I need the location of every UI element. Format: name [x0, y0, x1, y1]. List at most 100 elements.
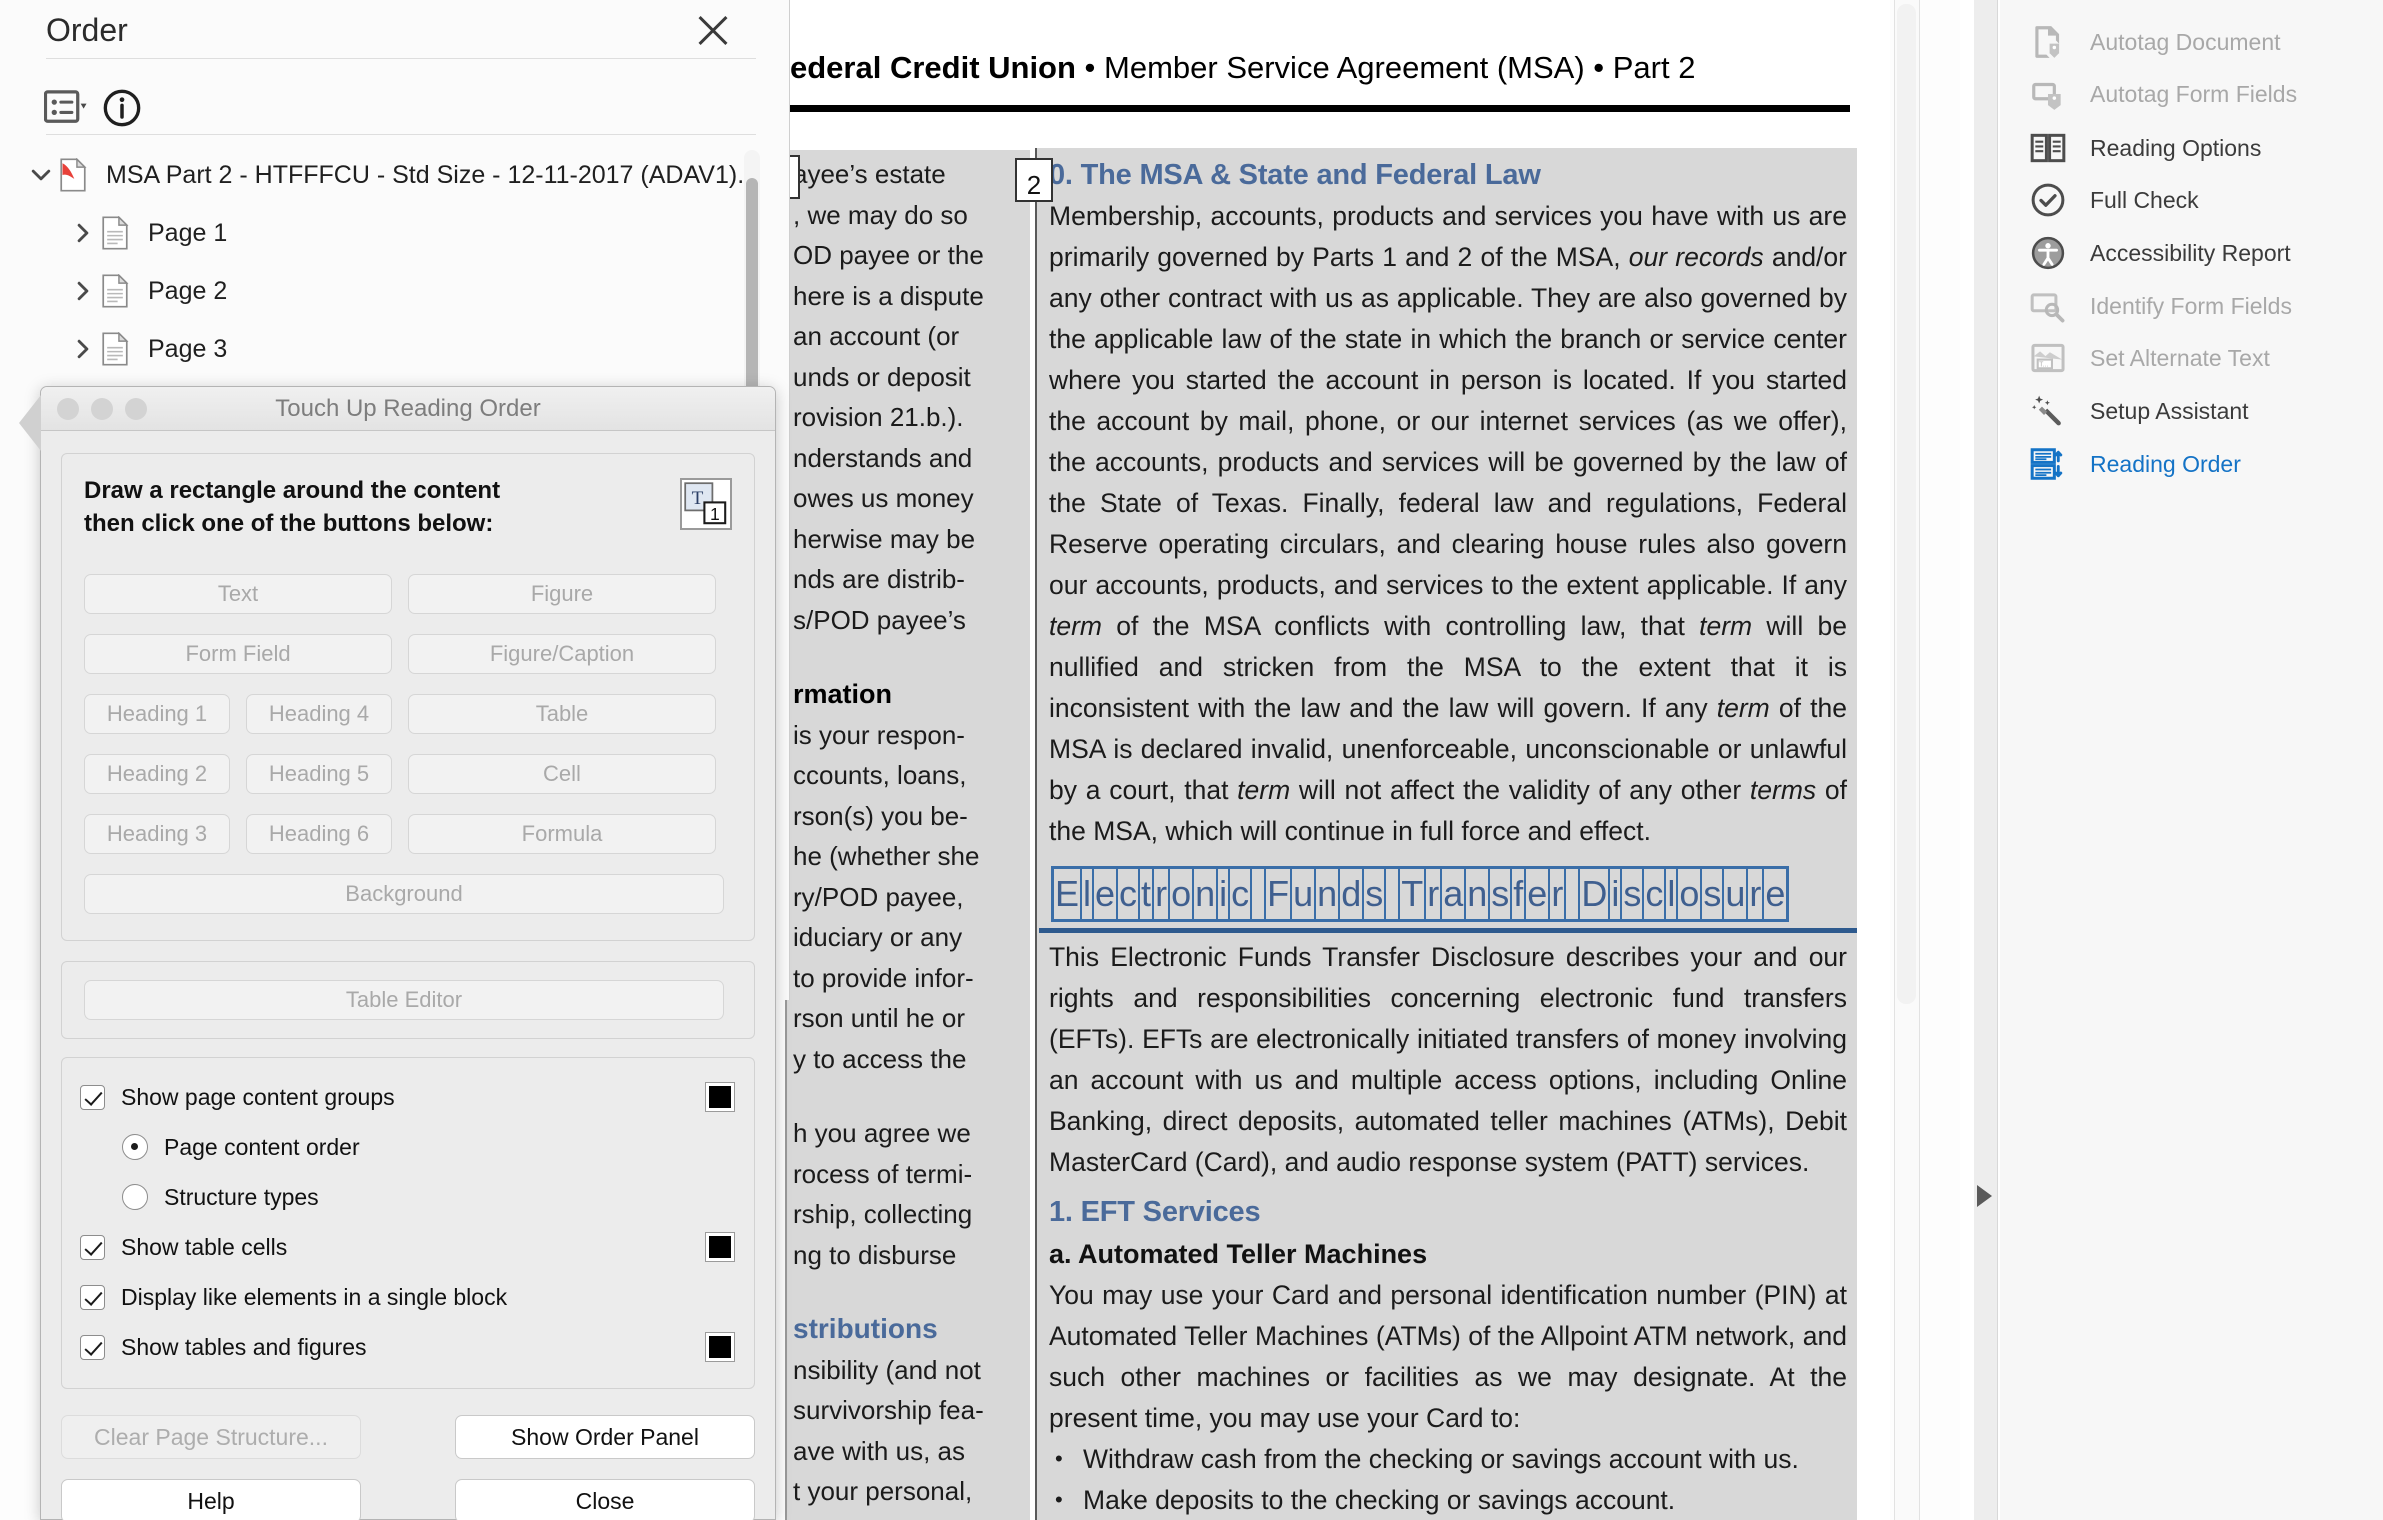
tool-set-alternate-text[interactable]: T... Set Alternate Text [2000, 332, 2383, 384]
tree-row-page[interactable]: Page 3 [0, 320, 758, 378]
left-col-heading-1: rmation [793, 679, 893, 709]
heading-char-box: E [1054, 869, 1083, 919]
heading-char-box: e [1526, 869, 1551, 919]
page-icon [100, 332, 134, 366]
display-options-group: Show page content groups Page content or… [61, 1057, 755, 1389]
background-button[interactable]: Background [84, 874, 724, 914]
chevron-right-icon[interactable] [66, 278, 100, 304]
checkbox-show-tables-and-figures[interactable] [80, 1334, 105, 1360]
italic-term: terms [1749, 775, 1817, 805]
option-structure-types[interactable]: Structure types [80, 1172, 736, 1222]
cell-button[interactable]: Cell [408, 754, 716, 794]
heading1-button[interactable]: Heading 1 [84, 694, 230, 734]
color-swatch-page-content-groups[interactable] [705, 1082, 735, 1112]
checkbox-display-like-elements[interactable] [80, 1284, 105, 1310]
heading-char-box: d [1340, 869, 1365, 919]
tool-identify-form-fields[interactable]: Identify Form Fields [2000, 280, 2383, 332]
option-page-content-order[interactable]: Page content order [80, 1122, 736, 1172]
left-col-line: needs. Matters [793, 1512, 1030, 1520]
body-run: of the MSA conflicts with controlling la… [1102, 611, 1700, 641]
left-col-heading-2: stributions [793, 1313, 938, 1344]
tool-reading-options[interactable]: Reading Options [2000, 122, 2383, 174]
identify-form-fields-icon [2028, 286, 2068, 326]
dialog-titlebar[interactable]: Touch Up Reading Order [41, 387, 775, 431]
svg-text:T: T [692, 488, 704, 509]
left-col-line: nsibility (and not [793, 1354, 981, 1385]
selected-heading-region[interactable]: Electronic Funds Transfer Disclosure [1039, 866, 1857, 933]
autotag-form-fields-icon [2028, 74, 2068, 114]
heading-char-box: s [1490, 869, 1513, 919]
tree-row-page[interactable]: Page 2 [0, 262, 758, 320]
tool-setup-assistant[interactable]: Setup Assistant [2000, 385, 2383, 437]
heading3-button[interactable]: Heading 3 [84, 814, 230, 854]
chevron-right-icon[interactable] [66, 220, 100, 246]
color-swatch-table-cells[interactable] [705, 1232, 735, 1262]
touch-up-reading-order-dialog: Touch Up Reading Order Draw a rectangle … [19, 386, 776, 1520]
heading4-button[interactable]: Heading 4 [246, 694, 392, 734]
list-options-icon[interactable] [44, 88, 88, 128]
help-button[interactable]: Help [61, 1479, 361, 1520]
radio-page-content-order[interactable] [122, 1134, 148, 1160]
form-field-button[interactable]: Form Field [84, 634, 392, 674]
panel-divider-strip[interactable] [1974, 0, 1998, 1520]
close-icon[interactable] [690, 8, 736, 54]
tool-label: Autotag Form Fields [2090, 80, 2298, 107]
heading-char-box: a [1442, 869, 1467, 919]
heading-char-box: c [1230, 869, 1253, 919]
color-swatch-tables-and-figures[interactable] [705, 1332, 735, 1362]
reading-order-badge-2[interactable]: 2 [1015, 158, 1053, 202]
selected-heading-charboxes[interactable]: Electronic Funds Transfer Disclosure [1051, 866, 1790, 922]
left-col-line: iduciary or any [793, 922, 963, 952]
chevron-down-icon[interactable] [24, 162, 58, 188]
heading-char-box: c [1118, 869, 1141, 919]
option-show-tables-and-figures[interactable]: Show tables and figures [80, 1322, 736, 1372]
document-scrollbar-thumb[interactable] [1897, 4, 1916, 1004]
figure-button[interactable]: Figure [408, 574, 716, 614]
option-display-like-elements[interactable]: Display like elements in a single block [80, 1272, 736, 1322]
option-show-page-content-groups[interactable]: Show page content groups [80, 1072, 736, 1122]
dialog-left-chevron-icon [19, 395, 41, 451]
checkbox-show-page-content-groups[interactable] [80, 1084, 105, 1110]
chevron-right-icon[interactable] [66, 336, 100, 362]
selected-heading-underline [1039, 928, 1857, 933]
zoom-window-button[interactable] [125, 397, 147, 420]
table-button[interactable]: Table [408, 694, 716, 734]
heading-char-box: e [1765, 873, 1786, 914]
close-button[interactable]: Close [455, 1479, 755, 1520]
page-icon [100, 216, 134, 250]
show-order-panel-button[interactable]: Show Order Panel [455, 1415, 755, 1459]
option-label: Display like elements in a single block [121, 1283, 508, 1310]
tree-item-label: Page 2 [148, 276, 228, 305]
heading-char-box: r [1154, 869, 1171, 919]
tool-reading-order[interactable]: Reading Order [2000, 438, 2383, 490]
checkbox-show-table-cells[interactable] [80, 1234, 105, 1260]
heading2-button[interactable]: Heading 2 [84, 754, 230, 794]
tool-accessibility-report[interactable]: Accessibility Report [2000, 227, 2383, 279]
left-col-line: ayee’s estate [793, 159, 946, 189]
tree-row-document[interactable]: MSA Part 2 - HTFFFCU - Std Size - 12-11-… [0, 146, 758, 204]
setup-assistant-icon [2028, 391, 2068, 431]
heading-char-box: s [1364, 869, 1387, 919]
radio-structure-types[interactable] [122, 1184, 148, 1210]
formula-button[interactable]: Formula [408, 814, 716, 854]
left-col-line: ry/POD payee, [793, 881, 964, 912]
figure-caption-button[interactable]: Figure/Caption [408, 634, 716, 674]
heading6-button[interactable]: Heading 6 [246, 814, 392, 854]
svg-text:T...: T... [2039, 362, 2048, 369]
option-show-table-cells[interactable]: Show table cells [80, 1222, 736, 1272]
panel-expander-icon[interactable] [1977, 1185, 1992, 1207]
text-button[interactable]: Text [84, 574, 392, 614]
info-circle-icon[interactable] [102, 88, 142, 128]
clear-page-structure-button[interactable]: Clear Page Structure... [61, 1415, 361, 1459]
table-editor-button[interactable]: Table Editor [84, 980, 724, 1020]
heading5-button[interactable]: Heading 5 [246, 754, 392, 794]
tool-autotag-document[interactable]: Autotag Document [2000, 16, 2383, 68]
autotag-document-icon [2028, 22, 2068, 62]
tree-row-page[interactable]: Page 1 [0, 204, 758, 262]
tool-autotag-form-fields[interactable]: Autotag Form Fields [2000, 68, 2383, 120]
tool-full-check[interactable]: Full Check [2000, 174, 2383, 226]
close-window-button[interactable] [57, 397, 79, 420]
window-traffic-lights[interactable] [57, 397, 147, 420]
heading-char-box: l [1082, 869, 1095, 919]
minimize-window-button[interactable] [91, 397, 113, 420]
